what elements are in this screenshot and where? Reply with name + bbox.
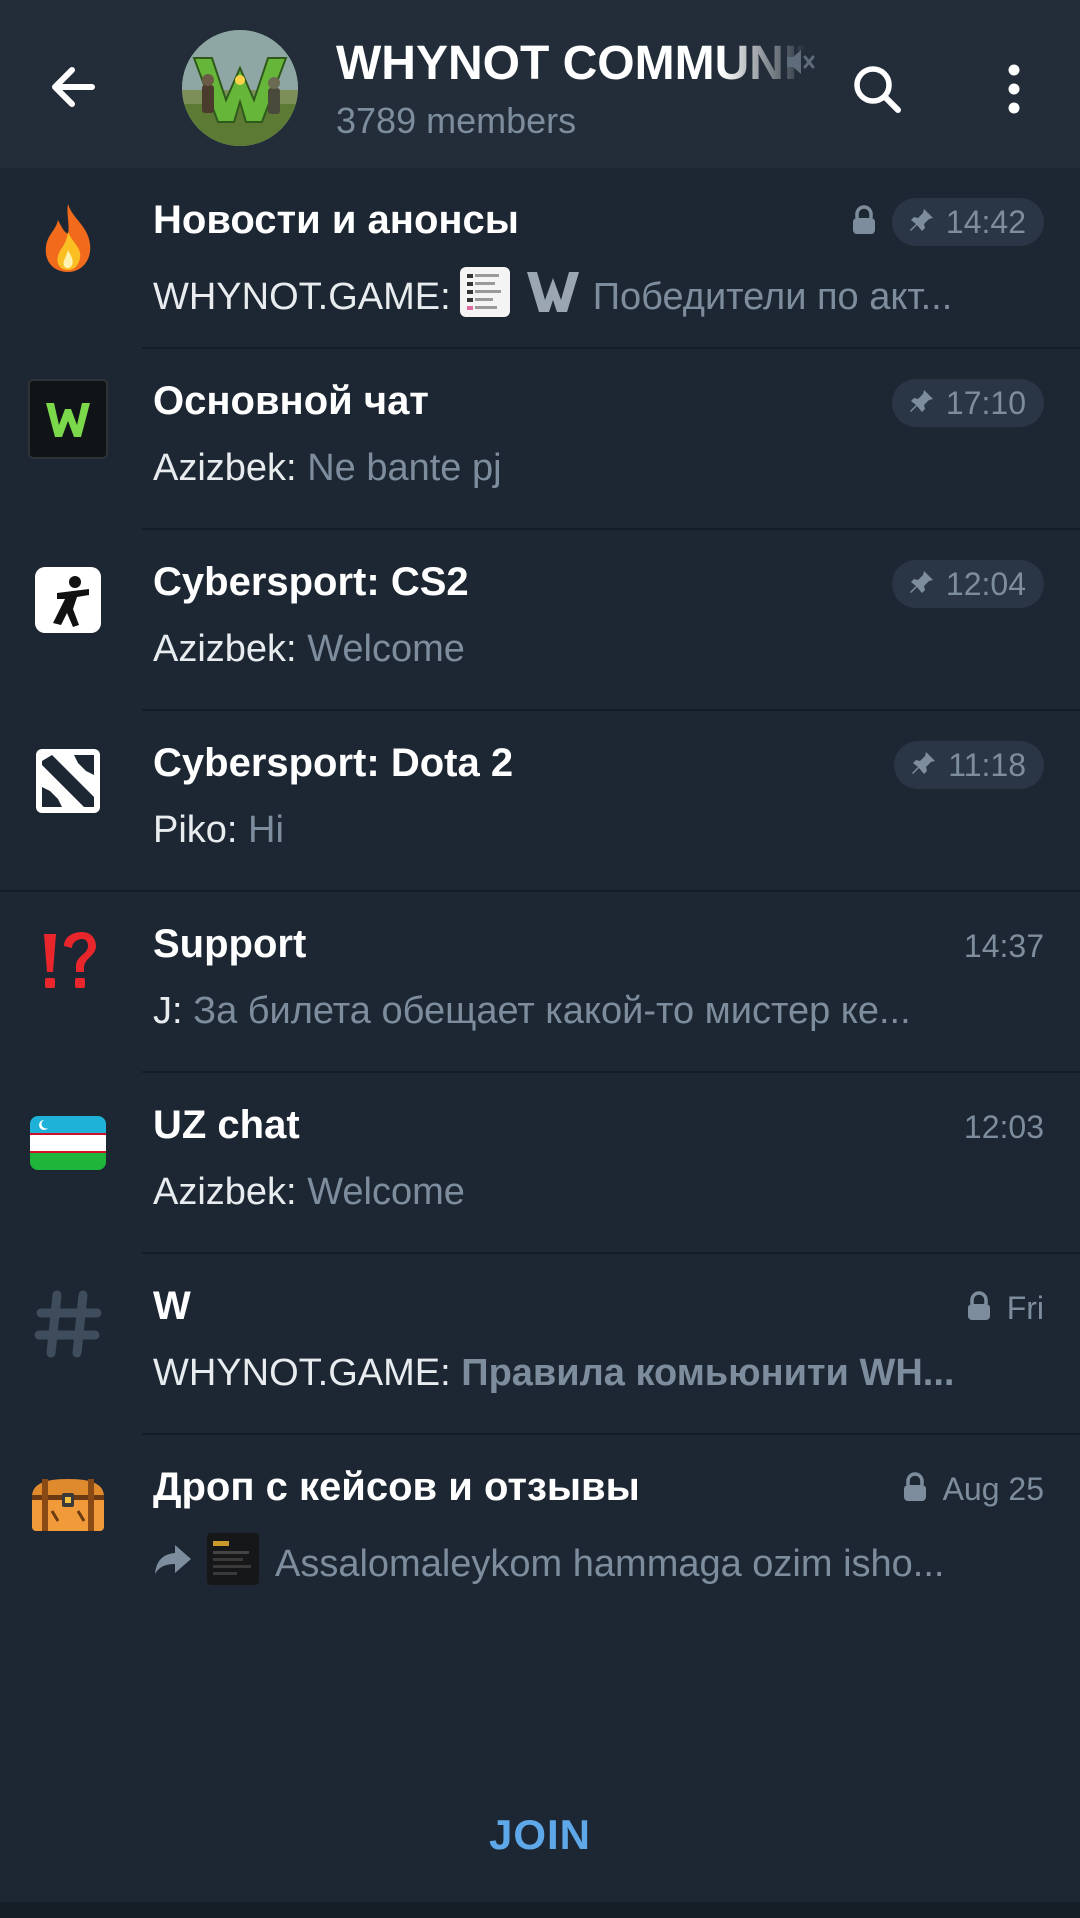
preview-author: Azizbek: [153,1171,297,1213]
treasure-chest-icon [28,1465,108,1545]
topic-meta: 17:10 [891,379,1044,427]
topic-meta: 12:03 [964,1103,1044,1151]
mute-icon [782,44,818,80]
dota2-logo-icon [28,741,108,821]
group-title[interactable]: WHYNOT COMMUNITY [336,36,806,92]
preview-author: J: [153,990,183,1032]
topic-meta: Aug 25 [901,1465,1044,1513]
preview-author: WHYNOT.GAME: [153,275,451,318]
topic-name: UZ chat [153,1103,300,1147]
topic-preview: WHYNOT.GAME: Правила комьюнити WH... [153,1352,1033,1395]
member-count: 3789 members [336,100,577,141]
lock-icon [965,1290,993,1327]
chat-header: WHYNOT COMMUNITY 3789 members [0,0,1080,168]
interrobang-icon [28,922,108,1002]
pin-icon [908,568,936,601]
preview-text: Hi [248,809,284,851]
pinned-badge: 14:42 [891,198,1044,246]
pin-icon [908,387,936,420]
topic-name: Cybersport: CS2 [153,560,469,604]
topic-preview: Azizbek: Welcome [153,1171,1033,1214]
message-thumbnail [459,266,511,328]
topic-meta: 11:18 [894,741,1044,789]
topic-time: 14:37 [963,927,1044,964]
topic-uz-chat[interactable]: UZ chat 12:03 Azizbek: Welcome [0,1073,1080,1254]
topic-name: Support [153,922,307,966]
preview-text: Assalomaleykom hammaga ozim isho... [275,1542,945,1585]
topic-preview: Azizbek: Ne bante pj [153,447,1033,490]
topic-time: 12:04 [945,565,1026,602]
topic-w[interactable]: W Fri WHYNOT.GAME: Правила комьюнити WH.… [0,1254,1080,1435]
topic-name: Cybersport: Dota 2 [153,741,514,785]
topic-preview: Azizbek: Welcome [153,628,1033,671]
preview-text: Welcome [307,628,465,670]
topic-meta: 12:04 [891,560,1044,608]
preview-text: Welcome [307,1171,465,1213]
topic-name: Новости и анонсы [153,198,519,242]
preview-author: WHYNOT.GAME: [153,1352,451,1394]
fire-icon [28,198,108,278]
pinned-badge: 17:10 [891,379,1044,427]
topic-time: Fri [1006,1289,1044,1326]
topic-preview: J: За билета обещает какой-то мистер ке.… [153,990,1033,1033]
preview-text: Ne bante pj [307,447,502,489]
whynot-logo-icon [28,379,108,459]
pin-icon [908,206,936,239]
topic-meta: 14:37 [964,922,1044,970]
search-icon[interactable] [848,60,908,120]
topic-preview: Piko: Hi [153,809,1033,852]
more-vertical-icon[interactable] [994,60,1034,120]
forward-icon [153,1541,193,1587]
join-button[interactable]: JOIN [489,1811,591,1859]
preview-text: Правила комьюнити WH... [461,1352,955,1394]
topic-time: 12:03 [963,1108,1044,1145]
bottom-strip [0,1902,1080,1918]
uzbekistan-flag-icon [28,1103,108,1183]
topic-drop[interactable]: Дроп с кейсов и отзывы Aug 25 Assalomale… [0,1435,1080,1616]
topic-time: 14:42 [945,203,1026,240]
preview-text: Победители по акт... [592,275,953,318]
topic-cs2[interactable]: Cybersport: CS2 12:04 Azizbek: Welcome [0,530,1080,711]
topic-name: W [153,1284,191,1328]
topic-main-chat[interactable]: Основной чат 17:10 Azizbek: Ne bante pj [0,349,1080,530]
topic-time: 17:10 [945,384,1026,421]
topic-name: Основной чат [153,379,429,423]
preview-author: Azizbek: [153,447,297,489]
hashtag-icon [28,1284,108,1364]
pinned-badge: 12:04 [891,560,1044,608]
topic-news[interactable]: Новости и анонсы 14:42 WHYNOT.GAME: Побе… [0,168,1080,349]
topic-name: Дроп с кейсов и отзывы [153,1465,640,1509]
topic-preview: Assalomaleykom hammaga ozim isho... [153,1533,1033,1595]
topic-meta: Fri [965,1284,1044,1332]
pin-icon [910,749,938,782]
preview-author: Azizbek: [153,628,297,670]
topic-dota2[interactable]: Cybersport: Dota 2 11:18 Piko: Hi [0,711,1080,892]
whynot-w-logo-icon [525,270,581,324]
topic-time: 11:18 [948,746,1026,783]
pinned-badge: 11:18 [894,741,1044,789]
preview-author: Piko: [153,809,238,851]
topic-support[interactable]: Support 14:37 J: За билета обещает какой… [0,892,1080,1073]
group-avatar[interactable] [182,30,298,146]
topic-time: Aug 25 [942,1470,1044,1507]
preview-text: За билета обещает какой-то мистер ке... [193,990,911,1032]
topic-preview: WHYNOT.GAME: Победители по акт... [153,266,1033,328]
media-thumbnail [207,1533,259,1595]
topic-meta: 14:42 [850,198,1044,246]
cs2-logo-icon [28,560,108,640]
back-arrow-icon[interactable] [40,52,110,122]
lock-icon [901,1471,929,1508]
lock-icon [850,204,878,241]
topic-list: Новости и анонсы 14:42 WHYNOT.GAME: Побе… [0,168,1080,1616]
join-bar: JOIN [0,1768,1080,1902]
